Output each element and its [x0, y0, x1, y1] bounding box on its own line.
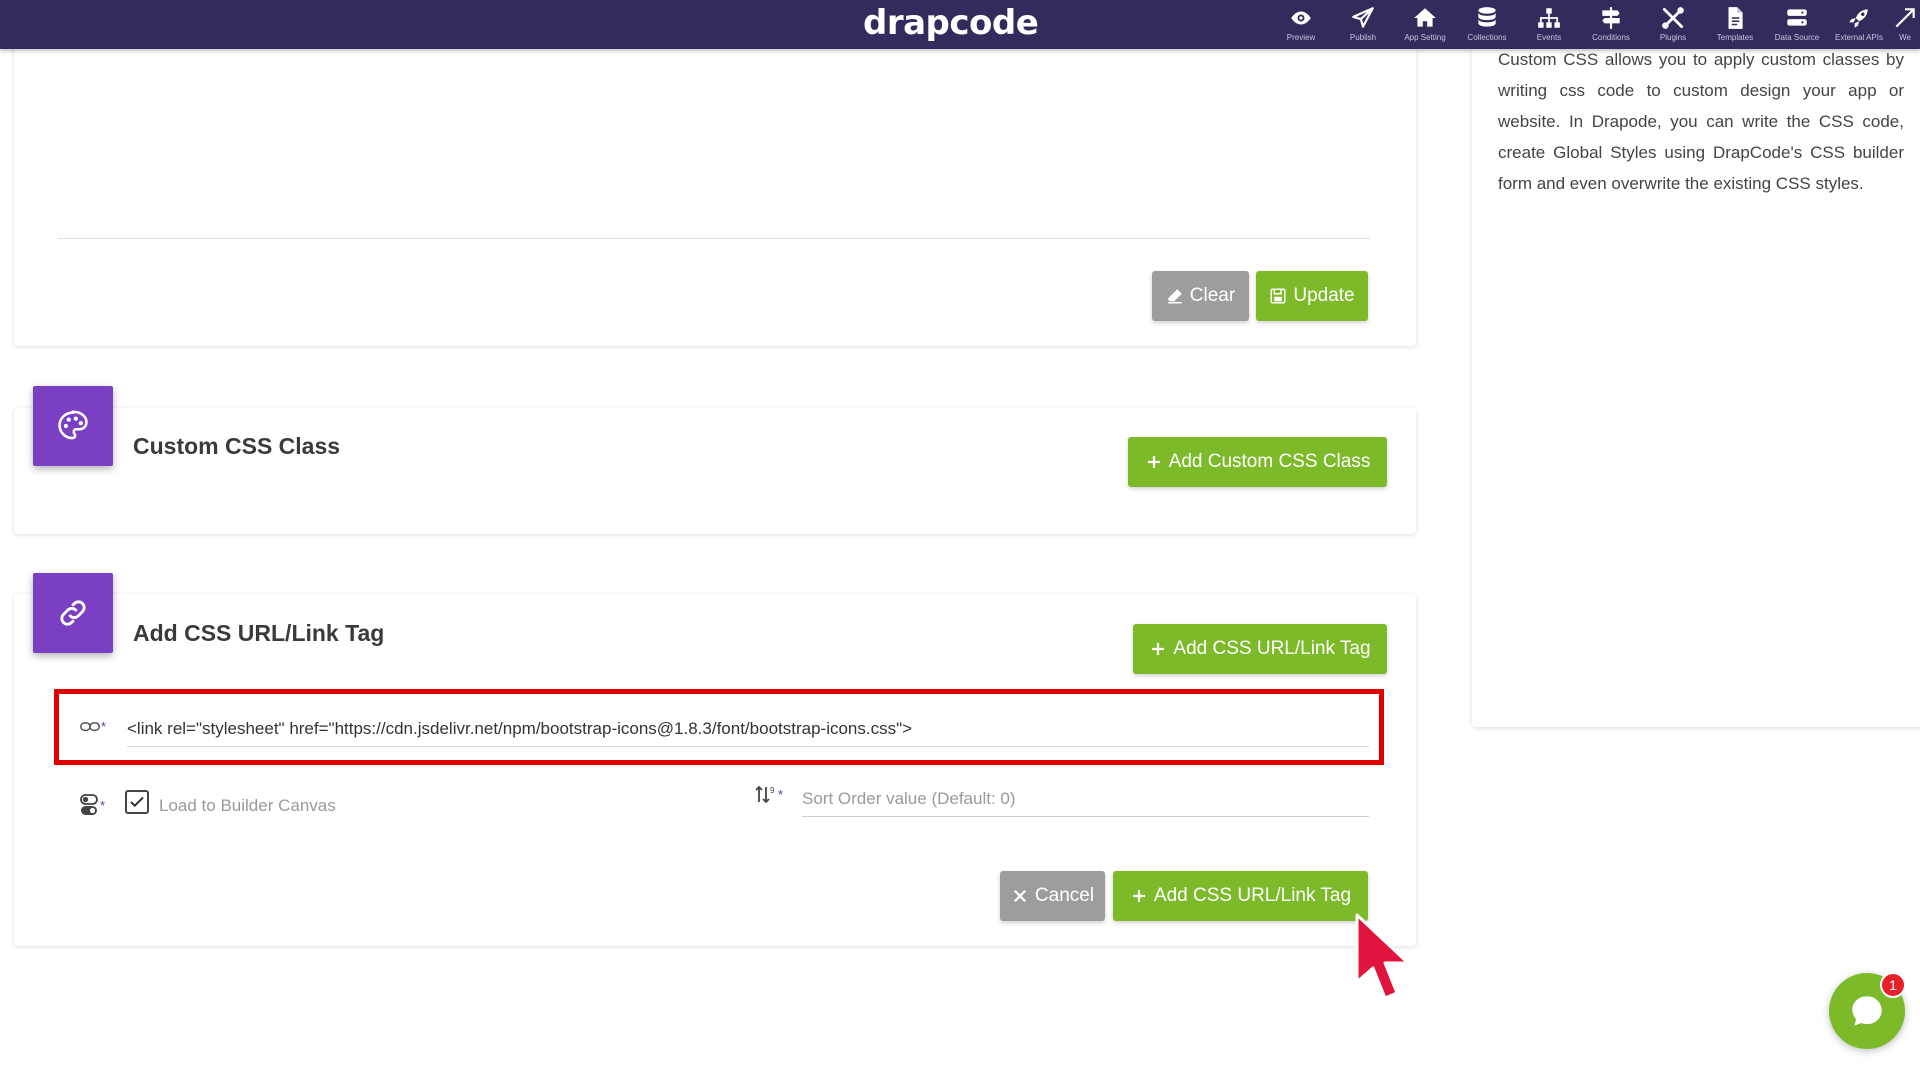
clear-button[interactable]: Clear	[1152, 271, 1249, 321]
sitemap-icon	[1538, 8, 1560, 28]
nav-publish[interactable]: Publish	[1332, 0, 1394, 49]
nav-data-source[interactable]: Data Source	[1766, 0, 1828, 49]
sort-icon-group: 9 *	[755, 784, 783, 804]
toggle-switch-icon	[80, 794, 98, 815]
nav-app-setting[interactable]: App Setting	[1394, 0, 1456, 49]
nav-label: Data Source	[1774, 33, 1820, 42]
required-asterisk: *	[778, 786, 784, 802]
file-icon	[1728, 7, 1743, 29]
checkmark-icon	[130, 796, 144, 808]
link-icon	[80, 721, 100, 731]
add-css-link-tag-submit-button[interactable]: Add CSS URL/Link Tag	[1113, 871, 1368, 921]
css-link-tag-tile	[33, 573, 113, 653]
nav-label: Events	[1536, 33, 1562, 42]
toggle-icon-group: *	[79, 793, 105, 817]
database-icon	[1478, 7, 1496, 27]
cancel-label: Cancel	[1034, 885, 1095, 906]
nav-label: Preview	[1286, 33, 1316, 42]
css-link-tag-input[interactable]	[127, 712, 1369, 747]
nav-plugins[interactable]: Plugins	[1642, 0, 1704, 49]
nav-label: Conditions	[1592, 33, 1630, 42]
add-custom-css-class-button[interactable]: Add Custom CSS Class	[1128, 437, 1387, 487]
nav-label: Publish	[1349, 33, 1377, 42]
add-css-link-tag-button-top[interactable]: Add CSS URL/Link Tag	[1133, 624, 1387, 674]
add-css-link-tag-submit-label: Add CSS URL/Link Tag	[1153, 885, 1352, 906]
nav-preview[interactable]: Preview	[1270, 0, 1332, 49]
nav-label: Templates	[1716, 33, 1754, 42]
clear-label: Clear	[1189, 285, 1236, 306]
top-navigation-bar: drapcode Preview Publish App Setting Col…	[0, 0, 1920, 49]
nav-label: External APIs	[1834, 33, 1884, 42]
home-icon	[1414, 8, 1436, 27]
update-label: Update	[1293, 285, 1355, 306]
chat-bubble-icon	[1852, 996, 1882, 1026]
required-asterisk: *	[100, 797, 106, 813]
nav-conditions[interactable]: Conditions	[1580, 0, 1642, 49]
plus-icon	[1132, 890, 1145, 902]
signpost-icon	[1602, 7, 1620, 29]
sort-arrows-icon: 9	[755, 785, 775, 804]
save-icon	[1270, 288, 1286, 304]
css-link-tag-title: Add CSS URL/Link Tag	[133, 620, 385, 646]
close-icon	[1013, 889, 1026, 903]
add-css-link-tag-label: Add CSS URL/Link Tag	[1173, 638, 1371, 659]
server-icon	[1787, 9, 1807, 26]
load-to-builder-label: Load to Builder Canvas	[159, 796, 336, 815]
update-button[interactable]: Update	[1256, 271, 1368, 321]
link-field-icon-group: *	[80, 719, 106, 734]
custom-css-class-title: Custom CSS Class	[133, 433, 341, 459]
nav-label: Collections	[1467, 33, 1507, 42]
nav-label: App Setting	[1404, 33, 1446, 42]
chat-notification-badge: 1	[1880, 972, 1906, 998]
custom-css-class-tile	[33, 386, 113, 466]
nav-label: We	[1899, 33, 1911, 42]
divider	[58, 238, 1370, 239]
palette-icon	[58, 410, 88, 440]
load-to-builder-checkbox[interactable]	[125, 790, 149, 814]
nav-external-apis[interactable]: External APIs	[1828, 0, 1890, 49]
cancel-button[interactable]: Cancel	[1000, 871, 1105, 921]
toolbar-nav: Preview Publish App Setting Collections …	[1270, 0, 1920, 49]
help-side-panel: Custom CSS allows you to apply custom cl…	[1472, 40, 1920, 727]
plus-icon	[1147, 456, 1160, 468]
add-custom-css-class-label: Add Custom CSS Class	[1168, 451, 1371, 472]
nav-more[interactable]: We	[1890, 0, 1920, 49]
nav-collections[interactable]: Collections	[1456, 0, 1518, 49]
nav-events[interactable]: Events	[1518, 0, 1580, 49]
drapcode-logo[interactable]: drapcode	[863, 3, 1039, 43]
plus-icon	[1152, 643, 1165, 655]
mouse-pointer-icon	[1355, 913, 1410, 1000]
arrow-icon	[1895, 8, 1915, 28]
rocket-icon	[1849, 9, 1868, 28]
tools-icon	[1662, 7, 1684, 29]
sort-order-input[interactable]	[802, 782, 1369, 817]
link-icon	[60, 600, 86, 626]
paper-plane-icon	[1352, 7, 1374, 28]
eye-icon	[1291, 11, 1311, 25]
eraser-icon	[1167, 289, 1182, 304]
help-text: Custom CSS allows you to apply custom cl…	[1498, 50, 1904, 193]
required-asterisk: *	[101, 719, 107, 734]
svg-text:9: 9	[770, 786, 775, 795]
nav-label: Plugins	[1659, 33, 1687, 42]
nav-templates[interactable]: Templates	[1704, 0, 1766, 49]
